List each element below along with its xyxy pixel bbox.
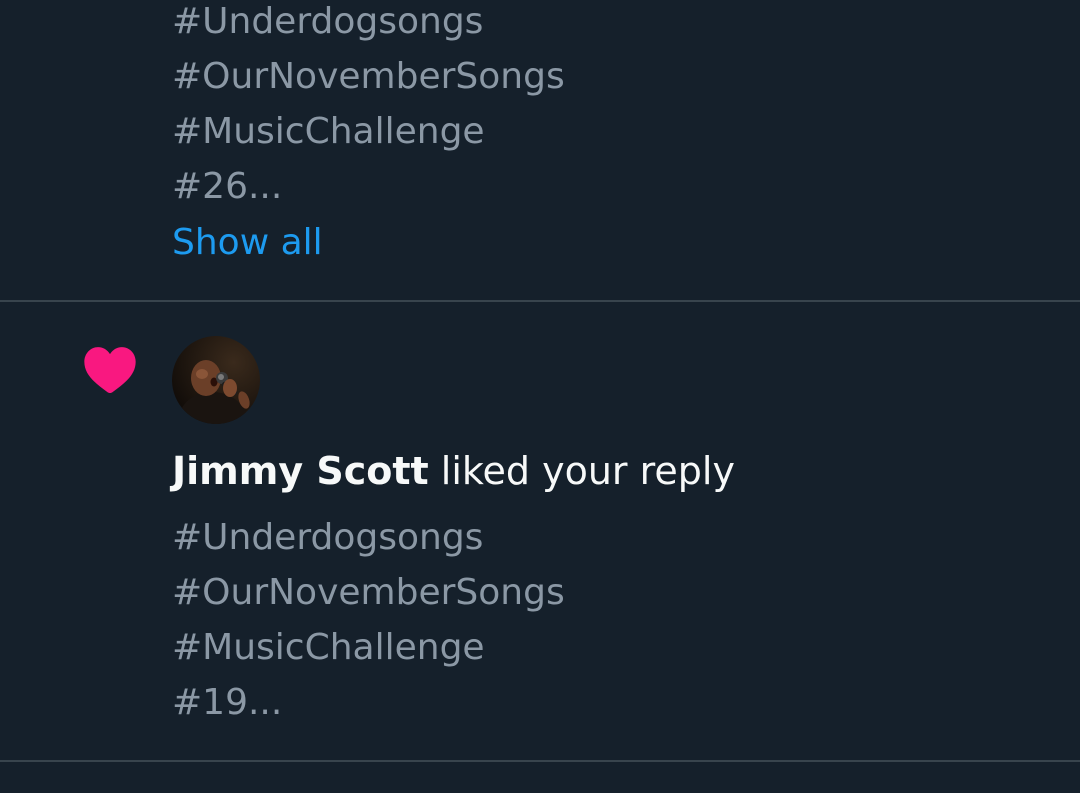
hashtag-line: #OurNovemberSongs — [172, 572, 565, 613]
action-text: liked your reply — [428, 449, 735, 493]
hashtag-line: #MusicChallenge — [172, 627, 485, 668]
user-name-link[interactable]: Jimmy Scott — [172, 449, 429, 493]
avatar-image — [172, 336, 260, 424]
like-notification[interactable] — [0, 302, 1080, 760]
notifications-feed: #Underdogsongs #OurNovemberSongs #MusicC… — [0, 0, 1080, 793]
show-all-link[interactable]: Show all — [172, 216, 323, 270]
hashtag-line: #19... — [172, 682, 283, 723]
hashtag-line: #26... — [172, 166, 283, 207]
hashtag-line: #MusicChallenge — [172, 111, 485, 152]
hashtag-line: #Underdogsongs — [172, 517, 484, 558]
notification-headline: Jimmy Scott liked your reply — [172, 443, 735, 499]
previous-notification[interactable]: #Underdogsongs #OurNovemberSongs #MusicC… — [0, 0, 1080, 301]
divider — [0, 760, 1080, 762]
hashtag-line: #Underdogsongs — [172, 1, 484, 42]
avatar[interactable] — [172, 336, 260, 424]
hashtag-line: #OurNovemberSongs — [172, 56, 565, 97]
heart-icon — [84, 347, 136, 394]
